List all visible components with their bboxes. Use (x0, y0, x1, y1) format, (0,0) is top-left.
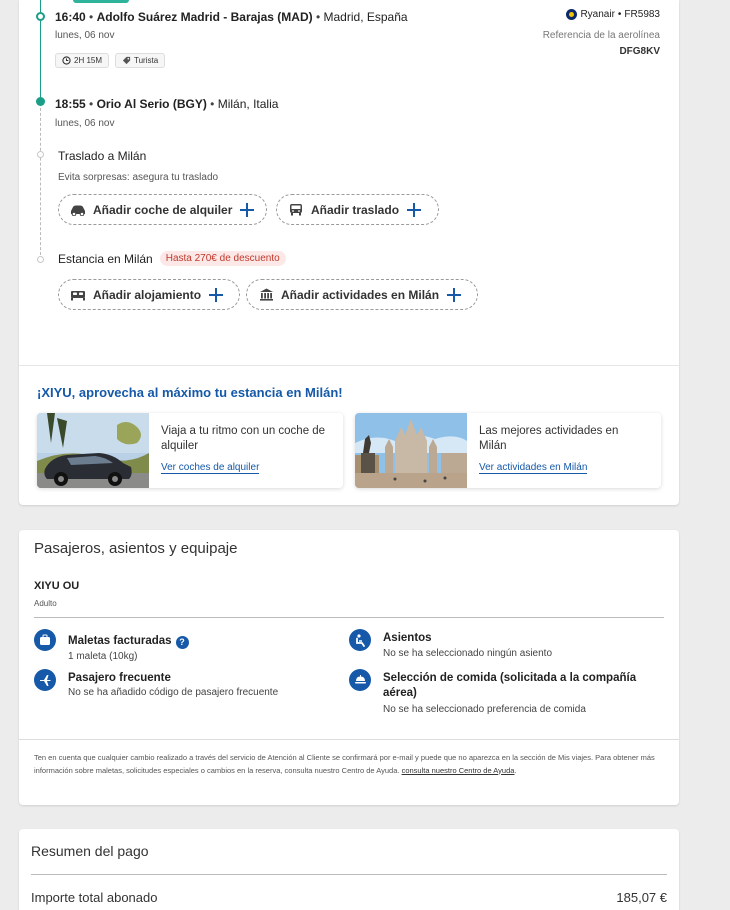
promo-card-car[interactable]: Viaja a tu ritmo con un coche de alquile… (37, 413, 343, 488)
discount-badge: Hasta 270€ de descuento (159, 251, 286, 266)
passengers-card: Pasajeros, asientos y equipaje XIYU OU A… (19, 530, 679, 805)
car-rental-photo (37, 413, 149, 488)
transfer-title: Traslado a Milán (58, 149, 147, 163)
promo-title: ¡XIYU, aprovecha al máximo tu estancia e… (37, 385, 343, 400)
airline-ref-code: DFG8KV (619, 46, 660, 57)
suitcase-icon (34, 629, 56, 651)
transfer-subtitle: Evita sorpresas: asegura tu traslado (58, 172, 219, 183)
payment-summary-card: Resumen del pago Importe total abonado 1… (19, 829, 679, 910)
duration-text: 2H 15M (74, 56, 103, 65)
promo-card-activities[interactable]: Las mejores actividades en Milán Ver act… (355, 413, 661, 488)
add-accommodation-label: Añadir alojamiento (93, 287, 202, 302)
transfer-dot (37, 151, 44, 158)
airline-ref-label: Referencia de la aerolínea (542, 30, 660, 41)
tag-icon (122, 56, 131, 65)
clock-icon (62, 56, 71, 65)
car-icon (69, 203, 87, 217)
arrival-line: 18:55 • Orio Al Serio (BGY) • Milán, Ita… (55, 97, 279, 111)
itinerary-card: 16:40 • Adolfo Suárez Madrid - Barajas (… (19, 0, 679, 505)
timeline-dashed-line (40, 103, 41, 260)
departure-time: 16:40 (55, 10, 86, 24)
help-icon[interactable]: ? (175, 636, 189, 649)
arrival-time: 18:55 (55, 97, 86, 111)
stay-dot (37, 256, 44, 263)
airline-name: Ryanair (580, 9, 615, 20)
plus-icon (407, 202, 422, 217)
seats-value: No se ha seleccionado ningún asiento (383, 648, 553, 659)
help-center-link[interactable]: consulta nuestro Centro de Ayuda (402, 766, 515, 775)
view-activities-link[interactable]: Ver actividades en Milán (479, 462, 588, 474)
plus-icon (240, 202, 255, 217)
seats-title: Asientos (383, 632, 432, 644)
checked-bags-value: 1 maleta (10kg) (68, 651, 138, 662)
departure-line: 16:40 • Adolfo Suárez Madrid - Barajas (… (55, 10, 408, 24)
frequent-flyer-title: Pasajero frecuente (68, 672, 171, 684)
add-activities-button[interactable]: Añadir actividades en Milán (246, 279, 478, 310)
arrival-date: lunes, 06 nov (55, 118, 115, 129)
add-transfer-label: Añadir traslado (311, 202, 400, 217)
flight-number: FR5983 (624, 9, 660, 20)
milan-cathedral-photo (355, 413, 467, 488)
bus-icon (287, 203, 305, 217)
checked-bags-label: Maletas facturadas (68, 635, 172, 647)
airplane-icon (34, 669, 56, 691)
departure-dot (36, 12, 45, 21)
cabin-chip: Turista (115, 53, 166, 68)
plus-icon (209, 287, 224, 302)
note-text: Ten en cuenta que cualquier cambio reali… (34, 753, 655, 775)
departure-airport: Adolfo Suárez Madrid - Barajas (MAD) (96, 10, 313, 24)
flight-chips: 2H 15M Turista (55, 53, 166, 68)
frequent-flyer-value: No se ha añadido código de pasajero frec… (68, 687, 279, 698)
passenger-divider (34, 617, 664, 618)
add-activities-label: Añadir actividades en Milán (281, 287, 440, 302)
arrival-dot (36, 97, 45, 106)
arrival-airport: Orio Al Serio (BGY) (96, 97, 207, 111)
promo-activities-text: Las mejores actividades en Milán (479, 425, 619, 452)
total-paid-amount: 185,07 € (616, 890, 667, 905)
airline-info: Ryanair • FR5983 (566, 9, 660, 20)
meal-value: No se ha seleccionado preferencia de com… (383, 704, 586, 715)
ryanair-logo-icon (566, 9, 578, 20)
active-tab-indicator (73, 0, 129, 3)
view-car-rentals-link[interactable]: Ver coches de alquiler (161, 462, 260, 474)
add-car-rental-button[interactable]: Añadir coche de alquiler (58, 194, 267, 225)
section-divider (19, 365, 679, 366)
checked-bags-title: Maletas facturadas? (68, 634, 189, 649)
note-divider (19, 739, 679, 740)
bed-icon (69, 288, 87, 302)
meal-icon (349, 669, 371, 691)
promo-car-text: Viaja a tu ritmo con un coche de alquile… (161, 425, 326, 452)
add-accommodation-button[interactable]: Añadir alojamiento (58, 279, 240, 310)
payment-title: Resumen del pago (31, 843, 149, 859)
departure-date: lunes, 06 nov (55, 30, 115, 41)
departure-city: Madrid, España (323, 10, 408, 24)
stay-header: Estancia en Milán Hasta 270€ de descuent… (58, 251, 286, 266)
passenger-type: Adulto (34, 599, 57, 608)
passengers-title: Pasajeros, asientos y equipaje (34, 540, 238, 557)
add-car-rental-label: Añadir coche de alquiler (93, 202, 233, 217)
passenger-name: XIYU OU (34, 580, 80, 592)
duration-chip: 2H 15M (55, 53, 110, 68)
meal-title: Selección de comida (solicitada a la com… (383, 672, 637, 699)
cabin-text: Turista (134, 56, 159, 65)
seat-icon (349, 629, 371, 651)
customer-service-note: Ten en cuenta que cualquier cambio reali… (34, 752, 664, 777)
payment-divider (31, 874, 667, 875)
museum-icon (257, 288, 275, 302)
note-end: . (514, 765, 517, 775)
total-paid-label: Importe total abonado (31, 890, 158, 905)
plus-icon (447, 287, 462, 302)
stay-title: Estancia en Milán (58, 251, 153, 266)
add-transfer-button[interactable]: Añadir traslado (276, 194, 439, 225)
arrival-city: Milán, Italia (217, 97, 279, 111)
